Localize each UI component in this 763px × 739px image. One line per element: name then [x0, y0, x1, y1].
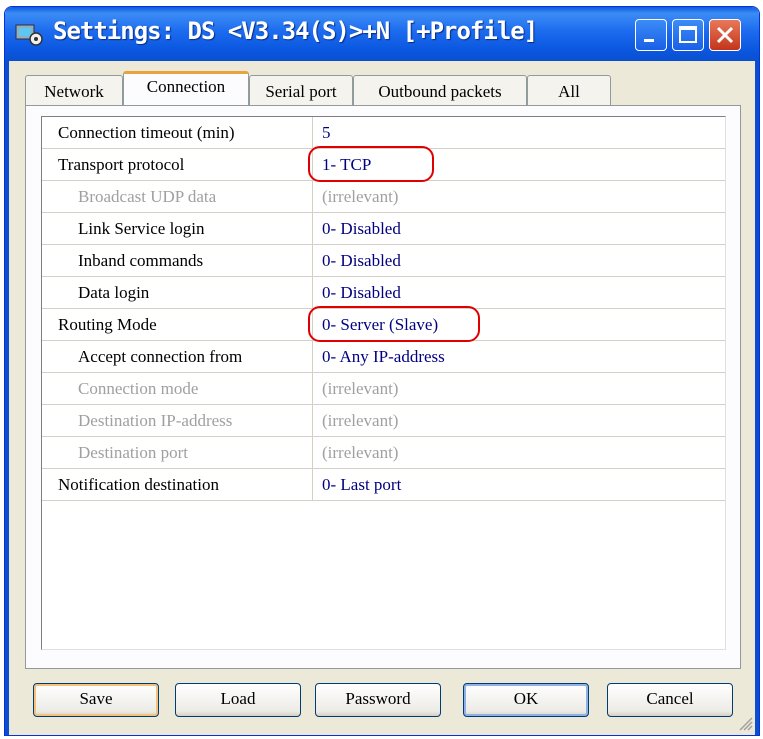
- cancel-button[interactable]: Cancel: [607, 683, 733, 717]
- close-button[interactable]: [709, 19, 741, 51]
- minimize-icon: [644, 39, 654, 42]
- routing-mode-highlight-circle: [308, 306, 480, 342]
- setting-row[interactable]: Notification destination 0- Last port: [42, 469, 725, 501]
- maximize-button[interactable]: [672, 19, 704, 51]
- app-icon: [15, 24, 43, 46]
- setting-row[interactable]: Link Service login 0- Disabled: [42, 213, 725, 245]
- setting-value[interactable]: 0- Disabled: [314, 245, 725, 276]
- setting-row: Destination IP-address (irrelevant): [42, 405, 725, 437]
- setting-value[interactable]: 0- Any IP-address: [314, 341, 725, 372]
- setting-name: Notification destination: [42, 469, 313, 500]
- setting-name: Destination IP-address: [42, 405, 313, 436]
- setting-value[interactable]: 0- Disabled: [314, 213, 725, 244]
- setting-name: Destination port: [42, 437, 313, 468]
- title-bar[interactable]: Settings: DS <V3.34(S)>+N [+Profile]: [5, 7, 759, 61]
- setting-value: (irrelevant): [322, 443, 399, 462]
- setting-value: (irrelevant): [322, 187, 399, 206]
- setting-name: Link Service login: [42, 213, 313, 244]
- setting-name: Connection timeout (min): [42, 117, 313, 148]
- setting-value[interactable]: 0- Disabled: [314, 277, 725, 308]
- window-frame-left: [5, 61, 9, 735]
- maximize-icon: [679, 26, 697, 43]
- window-frame-right: [755, 61, 759, 735]
- transport-protocol-highlight-circle: [308, 146, 434, 182]
- setting-row[interactable]: Accept connection from 0- Any IP-address: [42, 341, 725, 373]
- tab-network[interactable]: Network: [25, 75, 123, 105]
- setting-name: Connection mode: [42, 373, 313, 404]
- ok-button[interactable]: OK: [463, 683, 589, 717]
- setting-row: Broadcast UDP data (irrelevant): [42, 181, 725, 213]
- setting-row: Destination port (irrelevant): [42, 437, 725, 469]
- close-icon: [716, 26, 734, 44]
- setting-name: Transport protocol: [42, 149, 313, 180]
- tab-connection[interactable]: Connection: [123, 71, 249, 105]
- load-button[interactable]: Load: [175, 683, 301, 717]
- setting-value[interactable]: 0- Last port: [314, 469, 725, 500]
- password-button[interactable]: Password: [315, 683, 441, 717]
- setting-row[interactable]: Inband commands 0- Disabled: [42, 245, 725, 277]
- setting-value[interactable]: 5: [314, 117, 725, 148]
- setting-name: Data login: [42, 277, 313, 308]
- window-title: Settings: DS <V3.34(S)>+N [+Profile]: [53, 17, 538, 45]
- settings-window: Settings: DS <V3.34(S)>+N [+Profile] Net…: [4, 6, 760, 736]
- resize-grip-icon[interactable]: [737, 715, 753, 731]
- tab-outbound-packets[interactable]: Outbound packets: [353, 75, 527, 105]
- setting-value: (irrelevant): [322, 379, 399, 398]
- setting-row[interactable]: Connection timeout (min) 5: [42, 117, 725, 149]
- tab-panel: Connection timeout (min) 5 Transport prot…: [25, 105, 741, 669]
- settings-grid: Connection timeout (min) 5 Transport prot…: [41, 116, 726, 650]
- tab-serial-port[interactable]: Serial port: [249, 75, 353, 105]
- setting-value: (irrelevant): [322, 411, 399, 430]
- setting-name: Accept connection from: [42, 341, 313, 372]
- tab-all[interactable]: All: [527, 75, 611, 105]
- setting-row[interactable]: Data login 0- Disabled: [42, 277, 725, 309]
- save-button[interactable]: Save: [33, 683, 159, 717]
- minimize-button[interactable]: [635, 19, 667, 51]
- setting-name: Inband commands: [42, 245, 313, 276]
- setting-name: Routing Mode: [42, 309, 313, 340]
- setting-name: Broadcast UDP data: [42, 181, 313, 212]
- setting-row: Connection mode (irrelevant): [42, 373, 725, 405]
